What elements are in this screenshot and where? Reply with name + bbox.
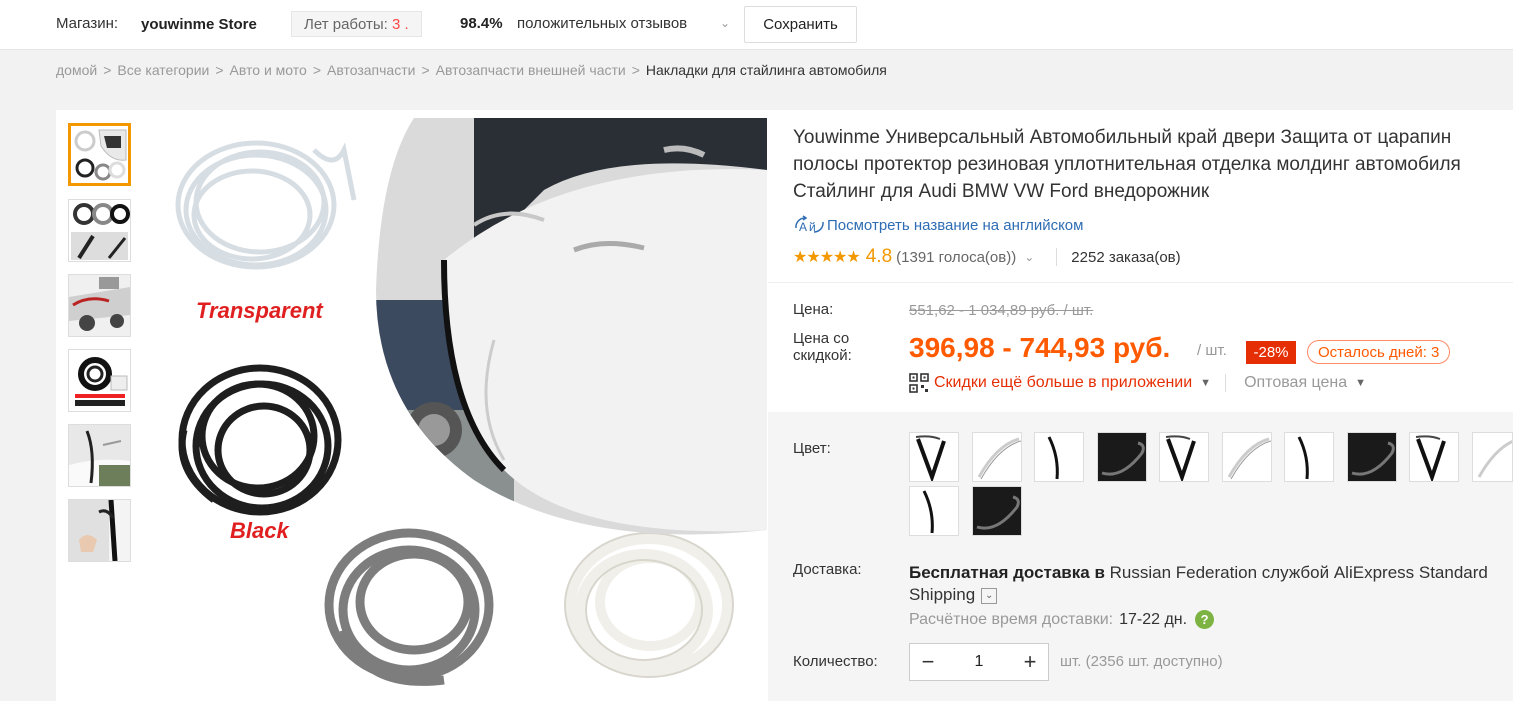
color-swatch[interactable]	[972, 432, 1022, 482]
shipping-info: Бесплатная доставка в Russian Federation…	[909, 562, 1513, 606]
feedback-percent: 98.4%	[460, 15, 503, 32]
product-thumbnail[interactable]	[68, 349, 131, 412]
translate-link[interactable]: Aй Посмотреть название на английском	[793, 214, 1083, 236]
discount-badge: -28%	[1246, 341, 1296, 364]
app-discount-row: Скидки ещё больше в приложении ▼ Оптовая…	[909, 373, 1366, 393]
color-swatch[interactable]	[1409, 432, 1459, 482]
color-swatch[interactable]	[1284, 432, 1334, 482]
breadcrumb-item-home[interactable]: домой	[56, 62, 97, 78]
current-price: 396,98 - 744,93 руб.	[909, 332, 1171, 363]
app-discount-link[interactable]: Скидки ещё больше в приложении	[934, 374, 1192, 392]
qr-code-icon	[909, 373, 929, 393]
transparent-label: Transparent	[196, 298, 324, 323]
translate-label: Посмотреть название на английском	[827, 216, 1084, 234]
translate-icon: Aй	[795, 215, 824, 234]
color-swatch[interactable]	[1472, 432, 1513, 482]
save-store-button[interactable]: Сохранить	[744, 6, 857, 43]
help-icon[interactable]: ?	[1195, 610, 1215, 629]
product-main-image[interactable]: Transparent Black	[144, 110, 767, 701]
breadcrumb-item-auto[interactable]: Авто и мото	[230, 62, 307, 78]
product-thumbnail[interactable]	[68, 123, 131, 186]
breadcrumb-item-exterior[interactable]: Автозапчасти внешней части	[436, 62, 626, 78]
shipping-label: Доставка:	[793, 561, 862, 578]
color-swatch[interactable]	[1222, 432, 1272, 482]
delivery-estimate: Расчётное время доставки: 17-22 дн. ?	[909, 610, 1215, 629]
color-swatch[interactable]	[1159, 432, 1209, 482]
product-title: Youwinme Универсальный Автомобильный кра…	[793, 127, 1461, 202]
store-label: Магазин:	[56, 15, 119, 32]
color-swatch[interactable]	[1097, 432, 1147, 482]
store-years-badge: Лет работы: 3 .	[291, 11, 422, 37]
feedback-text[interactable]: положительных отзывов	[517, 15, 687, 32]
breadcrumb-sep: >	[215, 62, 224, 78]
price-per-unit: / шт.	[1197, 342, 1227, 359]
breadcrumb-sep: >	[421, 62, 430, 78]
wholesale-price-link[interactable]: Оптовая цена	[1244, 374, 1347, 392]
votes-count[interactable]: (1391 голоса(ов))	[896, 249, 1016, 266]
original-price: 551,62 - 1 034,89 руб. / шт.	[909, 302, 1094, 319]
breadcrumb-sep: >	[312, 62, 321, 78]
breadcrumb-item-parts[interactable]: Автозапчасти	[327, 62, 415, 78]
breadcrumb-sep: >	[103, 62, 112, 78]
plus-icon[interactable]: +	[1012, 644, 1048, 680]
product-thumbnail[interactable]	[68, 274, 131, 337]
chevron-down-icon[interactable]: ⌄	[720, 16, 730, 30]
svg-text:A: A	[799, 220, 807, 234]
color-label: Цвет:	[793, 440, 831, 457]
days-left-badge: Осталось дней: 3	[1307, 340, 1451, 364]
breadcrumb-sep: >	[631, 62, 640, 78]
orders-count: 2252 заказа(ов)	[1071, 248, 1181, 266]
price-label: Цена:	[793, 301, 834, 318]
store-header: Магазин: youwinme Store Лет работы: 3 . …	[0, 0, 1513, 50]
chevron-down-icon[interactable]: ⌄	[981, 587, 998, 604]
chevron-down-icon[interactable]: ⌄	[1024, 250, 1034, 264]
rating-row: ★★★★★ 4.8 (1391 голоса(ов)) ⌄ 2252 заказ…	[793, 246, 1181, 268]
available-stock: шт. (2356 шт. доступно)	[1060, 653, 1223, 670]
eta-value: 17-22 дн.	[1119, 610, 1188, 628]
color-swatch[interactable]	[909, 486, 959, 536]
star-rating-icon: ★★★★★	[793, 249, 861, 266]
caret-down-icon[interactable]: ▼	[1355, 377, 1366, 389]
store-name-link[interactable]: youwinme Store	[141, 16, 257, 33]
color-swatch[interactable]	[1347, 432, 1397, 482]
caret-down-icon[interactable]: ▼	[1200, 377, 1211, 389]
minus-icon[interactable]: −	[910, 644, 946, 680]
free-shipping-text: Бесплатная доставка в	[909, 563, 1105, 582]
eta-label: Расчётное время доставки:	[909, 610, 1114, 628]
breadcrumb-item-current[interactable]: Накладки для стайлинга автомобиля	[646, 62, 887, 78]
quantity-stepper: − 1 +	[909, 643, 1049, 681]
color-swatch[interactable]	[1034, 432, 1084, 482]
rating-score: 4.8	[865, 246, 893, 267]
quantity-input[interactable]: 1	[946, 653, 1012, 671]
divider	[1225, 374, 1227, 392]
breadcrumb-item-all-categories[interactable]: Все категории	[117, 62, 209, 78]
color-swatch[interactable]	[909, 432, 959, 482]
divider	[1056, 248, 1058, 266]
color-swatch[interactable]	[972, 486, 1022, 536]
years-value: 3 .	[392, 16, 409, 33]
years-label: Лет работы:	[304, 16, 388, 33]
product-thumbnail[interactable]	[68, 499, 131, 562]
product-thumbnail[interactable]	[68, 199, 131, 262]
discount-price-label: Цена со скидкой:	[793, 330, 852, 364]
breadcrumb: домой > Все категории > Авто и мото > Автозапч…	[56, 62, 887, 78]
product-thumbnail[interactable]	[68, 424, 131, 487]
quantity-label: Количество:	[793, 653, 878, 670]
black-label: Black	[230, 518, 290, 543]
